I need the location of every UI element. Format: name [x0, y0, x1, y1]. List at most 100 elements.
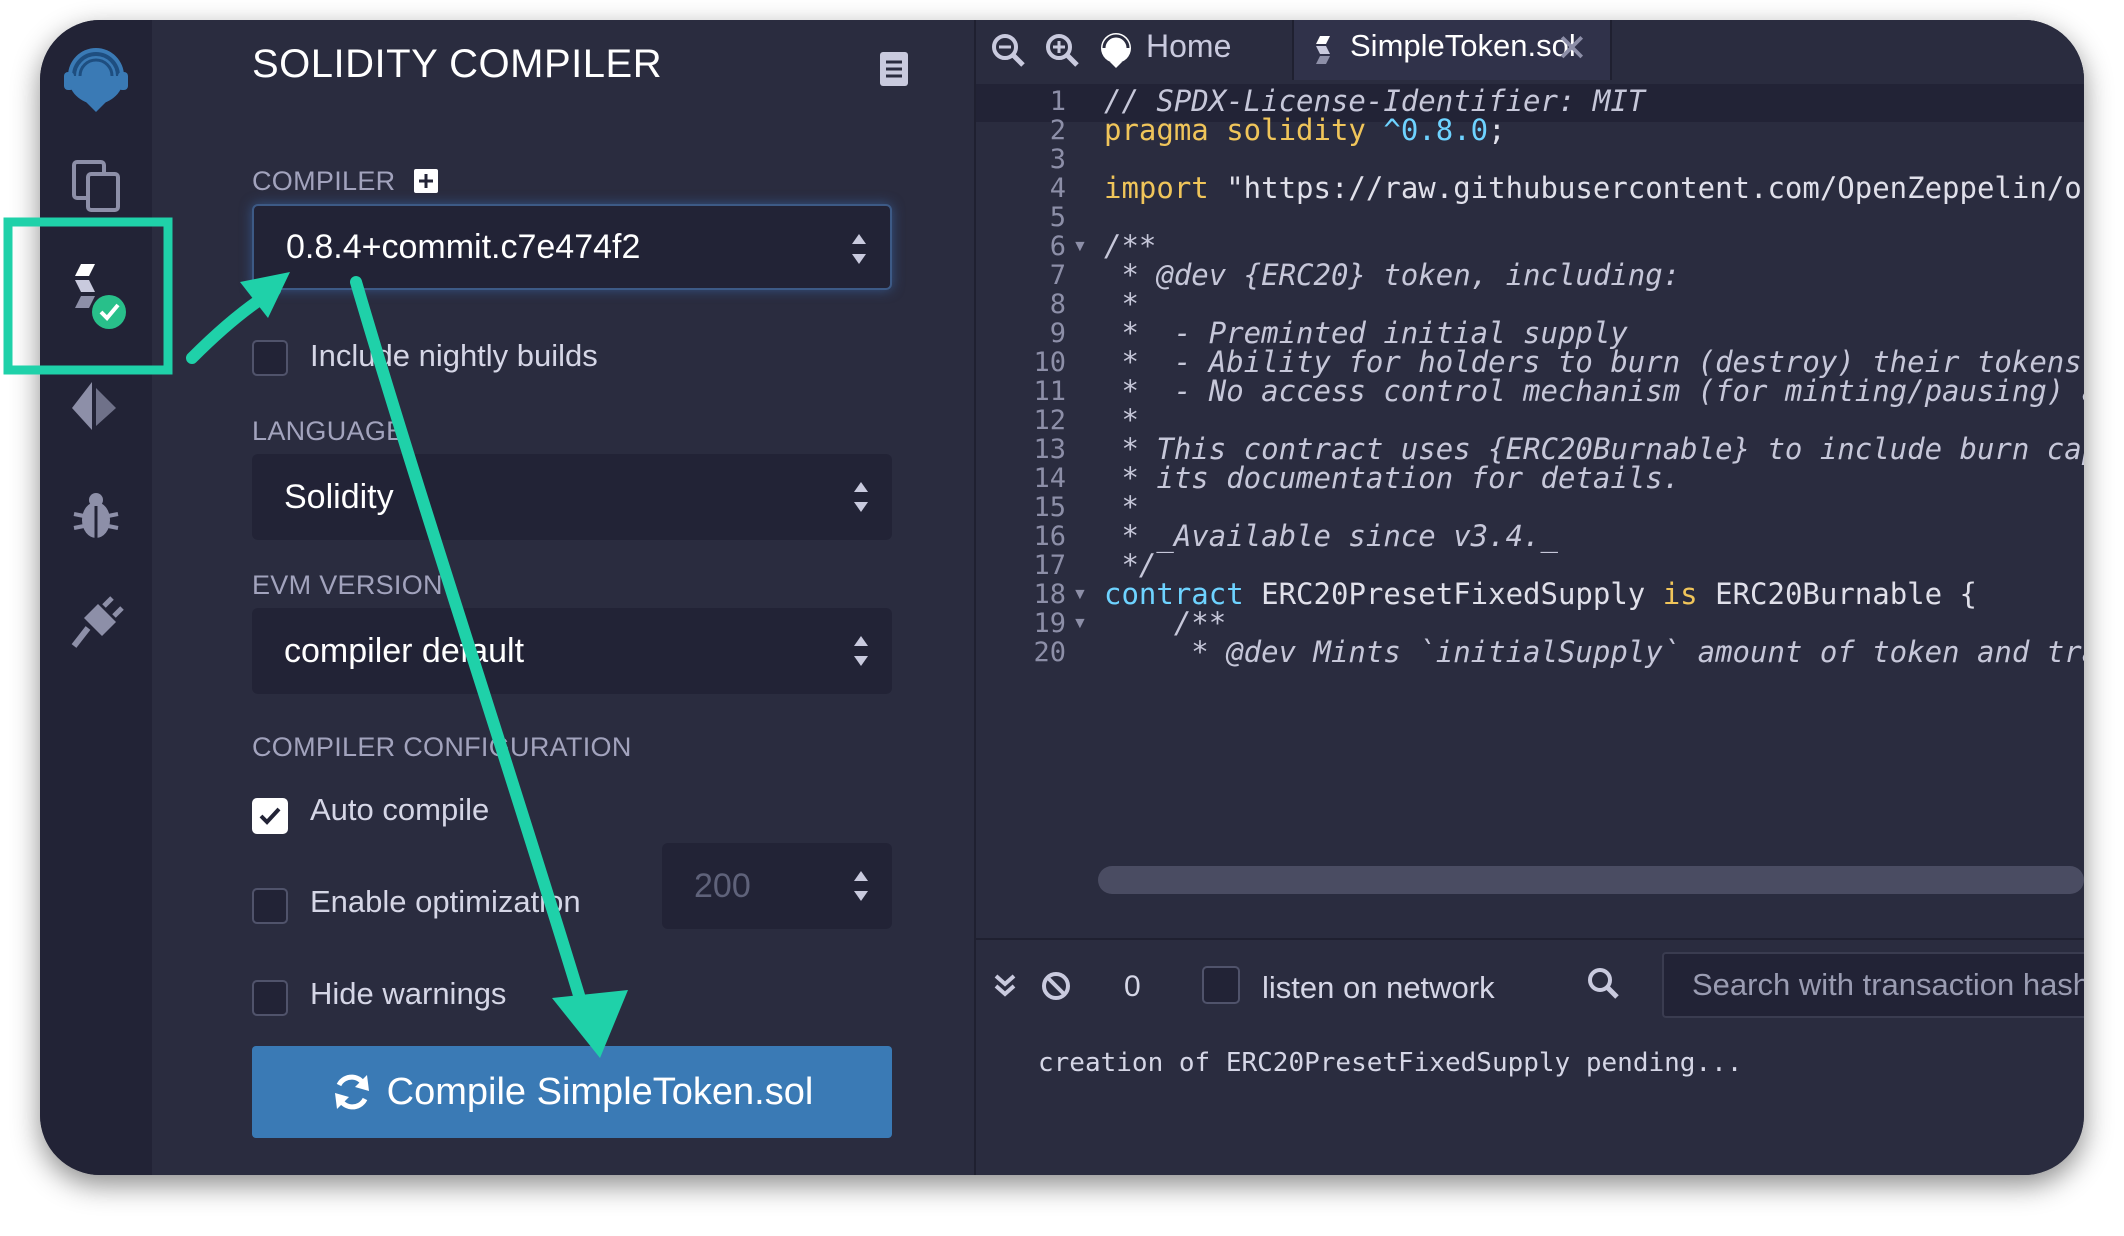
- editor-tabs: Home SimpleToken.sol ✕: [976, 20, 2084, 80]
- compiler-label-text: COMPILER: [252, 166, 396, 196]
- line-number: 2: [1049, 115, 1066, 146]
- enable-optimization-label: Enable optimization: [310, 884, 581, 919]
- language-value: Solidity: [284, 478, 394, 516]
- remix-logo-icon[interactable]: [58, 42, 134, 118]
- debugger-icon[interactable]: [58, 478, 134, 554]
- search-icon: [1588, 968, 1619, 999]
- updown-arrows-icon: [854, 871, 868, 901]
- language-label: LANGUAGE: [252, 416, 405, 446]
- fold-arrow-icon[interactable]: ▼: [1072, 238, 1088, 256]
- evm-version-value: compiler default: [284, 632, 525, 670]
- code-token: "https://raw.githubusercontent.com/OpenZ…: [1226, 171, 2084, 205]
- updown-arrows-icon: [854, 636, 868, 666]
- collapse-terminal-icon[interactable]: [992, 970, 1018, 1002]
- code-line: * @dev Mints `initialSupply` amount of t…: [1104, 635, 2084, 669]
- line-number: 1: [1049, 86, 1066, 117]
- tab-home[interactable]: Home: [1146, 28, 1231, 65]
- line-number: 4: [1049, 173, 1066, 204]
- compile-button[interactable]: Compile SimpleToken.sol: [252, 1046, 892, 1138]
- pending-tx-count: 0: [1124, 970, 1141, 1003]
- zoom-in-icon[interactable]: [1044, 32, 1080, 68]
- optimization-runs-input[interactable]: 200: [662, 843, 892, 929]
- line-number: 9: [1049, 318, 1066, 349]
- listen-on-network-label: listen on network: [1262, 970, 1495, 1005]
- compiler-version-value: 0.8.4+commit.c7e474f2: [286, 228, 641, 266]
- plugin-manager-icon[interactable]: [58, 586, 134, 662]
- line-number: 19: [1033, 608, 1066, 639]
- solidity-compiler-panel: SOLIDITY COMPILER COMPILER 0.8.4+commit.…: [152, 20, 1040, 1175]
- icon-panel: [40, 20, 154, 1175]
- terminal-output: creation of ERC20PresetFixedSupply pendi…: [1038, 1048, 1743, 1078]
- code-line: * @dev {ERC20} token, including:: [1104, 258, 1681, 292]
- code-token: ^0.8.0: [1383, 113, 1489, 147]
- auto-compile-checkbox[interactable]: [252, 798, 288, 834]
- tab-simpletoken[interactable]: SimpleToken.sol ✕: [1292, 20, 1612, 80]
- horizontal-scrollbar[interactable]: [1098, 866, 2084, 894]
- line-number: 10: [1033, 347, 1066, 378]
- auto-compile-label: Auto compile: [310, 792, 490, 827]
- code-line: * _Available since v3.4._: [1104, 519, 1558, 553]
- compiler-version-select[interactable]: 0.8.4+commit.c7e474f2: [252, 204, 892, 290]
- file-explorer-icon[interactable]: [58, 148, 134, 224]
- panel-title: SOLIDITY COMPILER: [252, 42, 663, 86]
- code-token: ERC20PresetFixedSupply: [1261, 577, 1663, 611]
- compiler-configuration-label: COMPILER CONFIGURATION: [252, 732, 632, 762]
- updown-arrows-icon: [854, 482, 868, 512]
- code-line: import "https://raw.githubusercontent.co…: [1104, 171, 2084, 205]
- fold-arrow-icon[interactable]: ▼: [1072, 586, 1088, 604]
- checkmark-icon: [259, 807, 281, 825]
- code-editor[interactable]: 1 2 3 4 5 6 7 8 9 10 11 12 13 14 15 16 1…: [976, 80, 2084, 900]
- nightly-builds-label: Include nightly builds: [310, 338, 598, 373]
- code-token: ;: [1488, 113, 1506, 147]
- line-number: 12: [1033, 405, 1066, 436]
- code-line: pragma solidity ^0.8.0;: [1104, 113, 1506, 147]
- terminal-toolbar: 0 listen on network Search with transact…: [976, 938, 2084, 1036]
- documentation-icon[interactable]: [877, 50, 911, 88]
- line-number: 5: [1049, 202, 1066, 233]
- compile-button-label: Compile SimpleToken.sol: [386, 1070, 814, 1113]
- line-number: 17: [1033, 550, 1066, 581]
- nightly-builds-checkbox[interactable]: [252, 340, 288, 376]
- code-token: is: [1662, 577, 1716, 611]
- tab-file-label: SimpleToken.sol: [1350, 28, 1576, 63]
- hide-warnings-checkbox[interactable]: [252, 980, 288, 1016]
- solidity-file-icon: [1316, 36, 1330, 64]
- compiler-label: COMPILER: [252, 166, 439, 197]
- code-line: contract ERC20PresetFixedSupply is ERC20…: [1104, 577, 1977, 611]
- line-number: 11: [1033, 376, 1066, 407]
- code-token: ERC20Burnable {: [1715, 577, 1978, 611]
- code-line: * its documentation for details.: [1104, 461, 1681, 495]
- line-number: 3: [1049, 144, 1066, 175]
- code-token: pragma solidity: [1104, 113, 1384, 147]
- line-number: 8: [1049, 289, 1066, 320]
- code-token: import: [1104, 171, 1227, 205]
- clear-console-icon[interactable]: [1040, 970, 1072, 1002]
- line-number: 14: [1033, 463, 1066, 494]
- updown-arrows-icon: [852, 234, 866, 264]
- line-number: 7: [1049, 260, 1066, 291]
- line-number: 18: [1033, 579, 1066, 610]
- listen-on-network-checkbox[interactable]: [1202, 966, 1240, 1004]
- code-line: * - No access control mechanism (for min…: [1104, 374, 2084, 408]
- transaction-search-input[interactable]: Search with transaction hash: [1662, 952, 2084, 1018]
- home-remix-icon: [1101, 33, 1131, 68]
- language-select[interactable]: Solidity: [252, 454, 892, 540]
- refresh-icon: [334, 1074, 369, 1110]
- line-number: 15: [1033, 492, 1066, 523]
- solidity-compiler-icon[interactable]: [58, 258, 134, 334]
- line-number: 16: [1033, 521, 1066, 552]
- zoom-out-icon[interactable]: [990, 32, 1026, 68]
- evm-version-select[interactable]: compiler default: [252, 608, 892, 694]
- hide-warnings-label: Hide warnings: [310, 976, 507, 1011]
- deploy-run-icon[interactable]: [58, 368, 134, 444]
- add-compiler-icon[interactable]: [413, 168, 439, 194]
- close-tab-icon[interactable]: ✕: [1556, 26, 1588, 71]
- runs-value: 200: [694, 867, 751, 905]
- line-number: 6: [1049, 231, 1066, 262]
- editor-area: Home SimpleToken.sol ✕ 1 2 3 4 5 6 7 8 9…: [974, 20, 2084, 1175]
- enable-optimization-checkbox[interactable]: [252, 888, 288, 924]
- remix-ide-window: SOLIDITY COMPILER COMPILER 0.8.4+commit.…: [40, 20, 2084, 1175]
- fold-arrow-icon[interactable]: ▼: [1072, 615, 1088, 633]
- line-number: 20: [1033, 637, 1066, 668]
- line-number: 13: [1033, 434, 1066, 465]
